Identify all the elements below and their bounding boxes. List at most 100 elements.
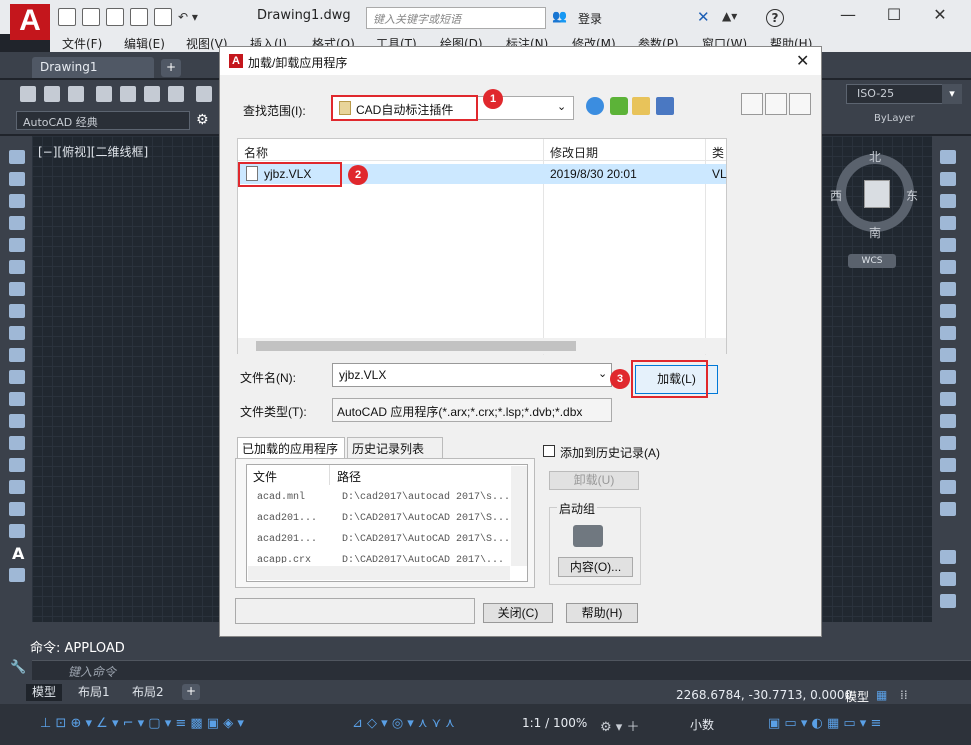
open-icon[interactable] bbox=[44, 86, 60, 102]
filename-chevron-icon[interactable]: ⌄ bbox=[598, 367, 607, 380]
menu-file[interactable]: 文件(F) bbox=[62, 35, 102, 52]
new-file-icon[interactable] bbox=[58, 8, 76, 26]
search-input[interactable]: 键入关键字或短语 bbox=[366, 7, 546, 29]
loaded-app-path[interactable]: D:\CAD2017\AutoCAD 2017\... bbox=[342, 555, 504, 563]
multiline-text-icon[interactable]: A bbox=[12, 544, 24, 563]
up-folder-icon[interactable] bbox=[610, 97, 628, 115]
model-space-toggle[interactable]: 模型 bbox=[845, 688, 869, 705]
compass-north[interactable]: 北 bbox=[869, 148, 881, 165]
view-menu-icon[interactable] bbox=[656, 97, 674, 115]
table-icon[interactable] bbox=[9, 524, 25, 538]
workspace-switch-icon[interactable]: ⚙ ▾ ＋ bbox=[600, 716, 639, 735]
array-icon[interactable] bbox=[940, 238, 956, 252]
menu-edit[interactable]: 编辑(E) bbox=[124, 35, 165, 52]
scroll-thumb[interactable] bbox=[256, 341, 576, 351]
new-icon[interactable] bbox=[20, 86, 36, 102]
binoculars-icon[interactable]: 👥 bbox=[552, 9, 567, 23]
tab-model[interactable]: 模型 bbox=[26, 684, 63, 701]
copy-icon[interactable] bbox=[940, 172, 956, 186]
horizontal-scrollbar[interactable] bbox=[248, 566, 510, 580]
close-window-button[interactable]: ✕ bbox=[917, 4, 963, 28]
stretch-icon[interactable] bbox=[940, 326, 956, 340]
linetype-select[interactable]: ByLayer bbox=[874, 113, 915, 124]
rectangle-icon[interactable] bbox=[9, 238, 25, 252]
ucs-menu[interactable]: WCS bbox=[848, 254, 896, 268]
loaded-app-path[interactable]: D:\CAD2017\AutoCAD 2017\S... bbox=[342, 534, 510, 545]
save-toolbar-icon[interactable] bbox=[68, 86, 84, 102]
render-icon[interactable] bbox=[168, 86, 184, 102]
viewport-controls[interactable]: [−][俯视][二维线框] bbox=[38, 143, 148, 160]
tab-layout2[interactable]: 布局2 bbox=[126, 684, 170, 701]
loaded-app-path[interactable]: D:\cad2017\autocad 2017\s... bbox=[342, 492, 510, 503]
gear-icon[interactable]: ⚙ bbox=[196, 112, 209, 128]
exchange-icon[interactable]: ✕ bbox=[697, 8, 710, 26]
gradient-icon[interactable] bbox=[9, 480, 25, 494]
polyline-icon[interactable] bbox=[9, 194, 25, 208]
column-divider[interactable] bbox=[329, 465, 330, 485]
save-as-icon[interactable] bbox=[130, 8, 148, 26]
scale-icon[interactable] bbox=[940, 304, 956, 318]
customize-icon[interactable]: 🔧 bbox=[10, 660, 26, 675]
loaded-app-file[interactable]: acapp.crx bbox=[257, 555, 311, 563]
print-icon[interactable] bbox=[154, 8, 172, 26]
add-layout-button[interactable]: + bbox=[182, 684, 200, 700]
column-file[interactable]: 文件 bbox=[253, 468, 277, 485]
ellipse-icon[interactable] bbox=[9, 348, 25, 362]
file-name-input[interactable]: yjbz.VLX bbox=[332, 363, 612, 387]
chevron-down-icon[interactable]: ⌄ bbox=[557, 100, 566, 113]
spline-icon[interactable] bbox=[9, 326, 25, 340]
horizontal-scrollbar[interactable] bbox=[238, 338, 726, 354]
loaded-app-path[interactable]: D:\CAD2017\AutoCAD 2017\S... bbox=[342, 513, 510, 524]
units-select[interactable]: 小数 bbox=[690, 716, 714, 733]
offset-icon[interactable] bbox=[940, 216, 956, 230]
draw-order-back-icon[interactable] bbox=[940, 594, 956, 608]
move-icon[interactable] bbox=[940, 260, 956, 274]
isodraft-icon[interactable]: ⊿ ◇ ▾ ◎ ▾ ⋏ ⋎ ⋏ bbox=[352, 716, 455, 731]
new-folder-icon[interactable] bbox=[632, 97, 650, 115]
ellipse-arc-icon[interactable] bbox=[9, 370, 25, 384]
blend-curves-icon[interactable] bbox=[940, 502, 956, 516]
quick-properties-icon[interactable]: ▣ ▭ ▾ ◐ ▦ ▭ ▾ ≡ bbox=[768, 716, 881, 731]
join-icon[interactable] bbox=[940, 436, 956, 450]
draw-order-front-icon[interactable] bbox=[940, 572, 956, 586]
find-icon[interactable] bbox=[741, 93, 763, 115]
region-icon[interactable] bbox=[9, 502, 25, 516]
loaded-apps-list[interactable]: 文件 路径 acad.mnl D:\cad2017\autocad 2017\s… bbox=[246, 464, 528, 582]
login-button[interactable]: 登录 bbox=[578, 10, 602, 27]
maximize-button[interactable]: ☐ bbox=[871, 4, 917, 28]
trim-icon[interactable] bbox=[940, 348, 956, 362]
compass-east[interactable]: 东 bbox=[906, 187, 918, 204]
contents-button[interactable]: 内容(O)... bbox=[558, 557, 633, 577]
save-icon[interactable] bbox=[106, 8, 124, 26]
erase-icon[interactable] bbox=[940, 150, 956, 164]
publish-icon[interactable] bbox=[144, 86, 160, 102]
revcloud-icon[interactable] bbox=[9, 304, 25, 318]
chamfer-icon[interactable] bbox=[940, 458, 956, 472]
plot-icon[interactable] bbox=[96, 86, 112, 102]
back-icon[interactable] bbox=[586, 97, 604, 115]
loaded-app-file[interactable]: acad.mnl bbox=[257, 492, 305, 503]
dynamic-ucs-icon[interactable]: ⊥ ⊡ ⊕ ▾ ∠ ▾ ⌐ ▾ ▢ ▾ ≡ ▩ ▣ ◈ ▾ bbox=[40, 716, 244, 731]
new-tab-button[interactable]: + bbox=[161, 59, 181, 77]
add-to-history-checkbox[interactable] bbox=[543, 445, 555, 457]
help-button[interactable]: 帮助(H) bbox=[566, 603, 638, 623]
add-selected-icon[interactable] bbox=[9, 568, 25, 582]
line-tool-icon[interactable] bbox=[9, 150, 25, 164]
file-list[interactable]: 名称 修改日期 类 yjbz.VLX 2019/8/30 20:01 VL 2 bbox=[237, 138, 727, 355]
viewcube-top-face[interactable] bbox=[864, 180, 890, 208]
autocad-logo-icon[interactable]: A bbox=[10, 4, 50, 40]
open-file-icon[interactable] bbox=[82, 8, 100, 26]
construction-line-icon[interactable] bbox=[9, 172, 25, 186]
tab-loaded-apps[interactable]: 已加载的应用程序 bbox=[237, 437, 345, 458]
account-icon[interactable]: ▲▾ bbox=[722, 9, 737, 23]
snap-icon[interactable]: ⁞⁞ bbox=[900, 688, 908, 702]
help-icon[interactable]: ? bbox=[766, 9, 784, 27]
circle-icon[interactable] bbox=[9, 282, 25, 296]
loaded-app-file[interactable]: acad201... bbox=[257, 534, 317, 545]
fillet-icon[interactable] bbox=[940, 480, 956, 494]
column-type[interactable]: 类 bbox=[712, 144, 724, 161]
style-dropdown-chevron-icon[interactable]: ▾ bbox=[942, 84, 962, 104]
arc-icon[interactable] bbox=[9, 260, 25, 274]
add-to-history-label[interactable]: 添加到历史记录(A) bbox=[560, 444, 660, 461]
add-favorite-icon[interactable] bbox=[789, 93, 811, 115]
